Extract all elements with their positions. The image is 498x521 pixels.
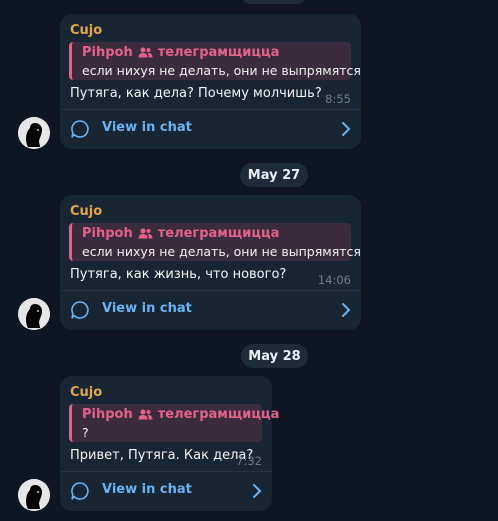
message-text: Привет, Путяга. Как дела?: [70, 448, 254, 463]
avatar[interactable]: [18, 479, 50, 511]
chevron-right-icon: [342, 122, 350, 136]
reply-quote[interactable]: Pihpoh телеграмщицца если нихуя не делат…: [69, 42, 361, 80]
view-in-chat-button[interactable]: View in chat: [60, 110, 361, 148]
sender-name[interactable]: Cujo: [70, 385, 102, 400]
view-in-chat-label: View in chat: [102, 120, 192, 135]
message-text: Путяга, как дела? Почему молчишь?: [70, 86, 322, 101]
sender-name[interactable]: Cujo: [70, 204, 102, 219]
date-separator: May 27: [240, 163, 308, 187]
view-in-chat-label: View in chat: [102, 482, 192, 497]
chat-bubble-icon: [71, 301, 89, 319]
chat-bubble-icon: [71, 482, 89, 500]
reply-text: если нихуя не делать, они не выпрямятся: [82, 244, 361, 259]
reply-quote[interactable]: Pihpoh телеграмщицца ?: [69, 404, 279, 442]
reply-quote[interactable]: Pihpoh телеграмщицца если нихуя не делат…: [69, 223, 361, 261]
reply-author: Pihpoh телеграмщицца: [82, 226, 280, 241]
reply-text: если нихуя не делать, они не выпрямятся: [82, 63, 361, 78]
avatar[interactable]: [18, 117, 50, 149]
message-bubble[interactable]: Cujo Pihpoh телеграмщицца если нихуя не …: [60, 14, 361, 149]
chat-bubble-icon: [71, 120, 89, 138]
date-separator: May 28: [241, 344, 308, 368]
reply-text: ?: [82, 425, 89, 440]
reply-author: Pihpoh телеграмщицца: [82, 45, 280, 60]
group-icon: [138, 47, 153, 58]
message-time: 7:32: [236, 454, 262, 468]
message-time: 8:55: [325, 92, 351, 106]
group-icon: [138, 228, 153, 239]
chevron-right-icon: [342, 303, 350, 317]
view-in-chat-button[interactable]: View in chat: [60, 291, 361, 329]
group-icon: [138, 409, 153, 420]
message-time: 14:06: [317, 273, 351, 287]
message-text: Путяга, как жизнь, что нового?: [70, 267, 287, 282]
sender-name[interactable]: Cujo: [70, 23, 102, 38]
reply-author: Pihpoh телеграмщицца: [82, 407, 280, 422]
avatar[interactable]: [18, 298, 50, 330]
previous-date-pill: [240, 0, 308, 4]
chevron-right-icon: [253, 484, 261, 498]
message-bubble[interactable]: Cujo Pihpoh телеграмщицца если нихуя не …: [60, 195, 361, 330]
message-bubble[interactable]: Cujo Pihpoh телеграмщицца ? Привет, Путя…: [60, 376, 279, 511]
view-in-chat-label: View in chat: [102, 301, 192, 316]
view-in-chat-button[interactable]: View in chat: [60, 472, 272, 510]
